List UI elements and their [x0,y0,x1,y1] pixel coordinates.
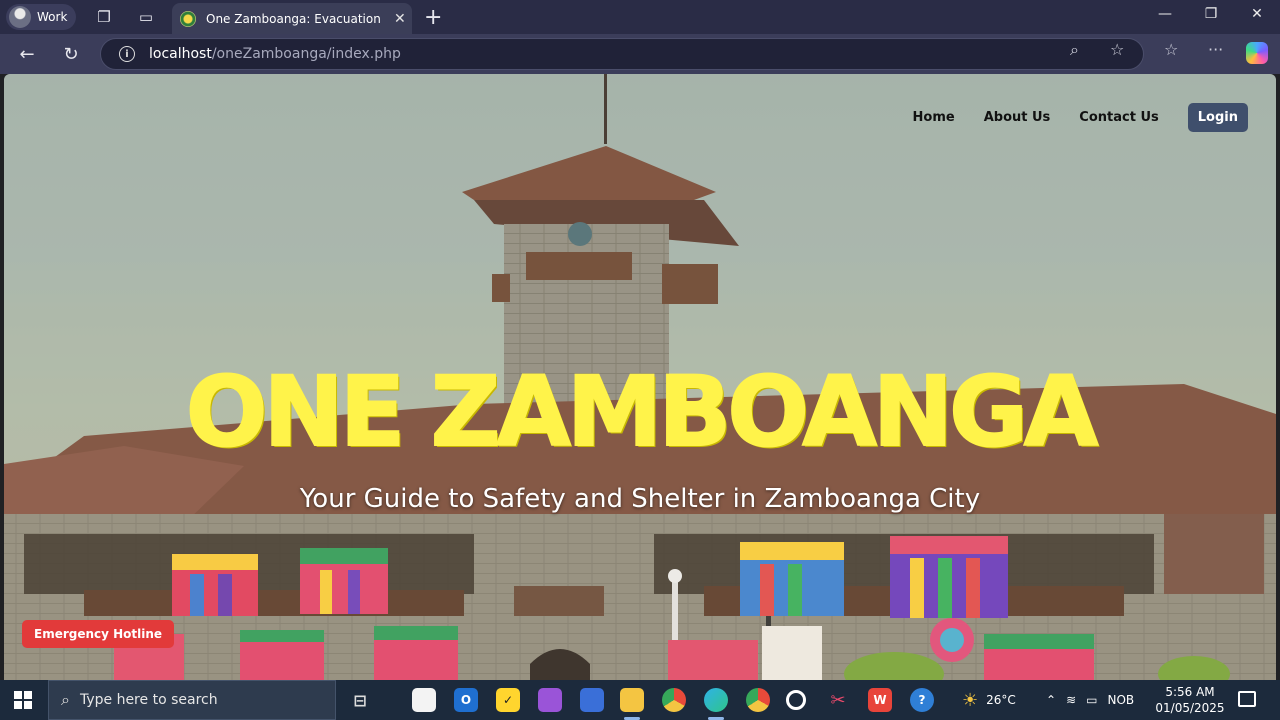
weather-icon: ☀ [962,689,979,711]
file-explorer-icon[interactable] [620,688,644,712]
workspaces-icon[interactable]: ❐ [94,7,114,27]
new-tab-icon[interactable]: + [424,5,442,30]
favorite-star-icon[interactable]: ☆ [1110,40,1124,59]
edge-icon[interactable] [704,688,728,712]
sticky-app-icon[interactable] [580,688,604,712]
chrome-icon[interactable] [662,688,686,712]
tab-close-icon[interactable]: ✕ [394,11,406,27]
wps-icon[interactable]: W [868,688,892,712]
windows-taskbar: ⌕ Type here to search ⊟ O ✓ ✂ W ? ☀ 26°C… [0,680,1280,720]
app-ring-icon[interactable] [786,690,806,710]
back-icon[interactable]: ← [16,43,38,65]
start-icon[interactable] [14,691,32,709]
avatar [9,6,31,28]
browser-tab-strip: Work ❐ ▭ One Zamboanga: Evacuation Cent … [0,0,1280,34]
page-viewport: Home About Us Contact Us Login ONE ZAMBO… [4,74,1276,680]
site-favicon-icon [180,10,196,27]
favorites-icon[interactable]: ☆ [1164,40,1178,59]
help-icon[interactable]: ? [910,688,934,712]
chrome-profile-icon[interactable] [746,688,770,712]
refresh-icon[interactable]: ↻ [60,43,82,65]
store-icon[interactable] [412,688,436,712]
login-button[interactable]: Login [1187,103,1248,132]
hero-subtitle: Your Guide to Safety and Shelter in Zamb… [299,484,981,514]
site-info-icon[interactable]: i [119,46,135,62]
nav-home-link[interactable]: Home [913,110,955,125]
taskbar-search[interactable]: ⌕ Type here to search [48,680,336,720]
restore-icon[interactable]: ❐ [1188,6,1234,22]
clock[interactable]: 5:56 AM 01/05/2025 [1150,684,1230,716]
browser-toolbar: ← ↻ i localhost/oneZamboanga/index.php ⌕… [0,34,1280,74]
url-host: localhost [149,46,212,62]
wifi-icon[interactable]: ≋ [1066,693,1076,707]
snipping-tool-icon[interactable]: ✂ [826,688,850,712]
weather-temp: 26°C [986,693,1016,707]
tab-active[interactable]: One Zamboanga: Evacuation Cent ✕ [172,3,412,34]
outlook-icon[interactable]: O [454,688,478,712]
window-close-icon[interactable]: ✕ [1234,6,1280,22]
profile-button[interactable]: Work [6,4,76,30]
zoom-icon[interactable]: ⌕ [1070,40,1079,60]
language-indicator[interactable]: NOB [1107,693,1134,707]
weather-widget[interactable]: ☀ 26°C [962,680,1016,720]
minimize-icon[interactable]: — [1142,6,1188,22]
tray-chevron-icon[interactable]: ⌃ [1046,693,1056,707]
tab-title: One Zamboanga: Evacuation Cent [206,11,384,26]
search-icon: ⌕ [61,690,70,709]
hero-title: ONE ZAMBOANGA [185,355,1099,469]
clock-time: 5:56 AM [1165,685,1215,699]
search-placeholder: Type here to search [79,692,218,708]
more-menu-icon[interactable]: ··· [1208,40,1223,59]
clock-date: 01/05/2025 [1155,701,1225,715]
task-view-icon[interactable]: ⊟ [348,688,372,712]
address-bar[interactable]: i localhost/oneZamboanga/index.php [100,38,1144,70]
url-path: /oneZamboanga/index.php [211,46,401,62]
emergency-hotline-button[interactable]: Emergency Hotline [22,620,175,648]
system-tray: ⌃ ≋ ▭ NOB [1046,680,1134,720]
todo-icon[interactable]: ✓ [496,688,520,712]
notification-icon[interactable] [1238,691,1256,707]
copilot-icon[interactable] [1246,42,1268,64]
clipchamp-icon[interactable] [538,688,562,712]
site-nav: Home About Us Contact Us Login [913,103,1248,132]
nav-about-link[interactable]: About Us [984,110,1051,125]
battery-icon[interactable]: ▭ [1086,693,1097,707]
nav-contact-link[interactable]: Contact Us [1079,110,1158,125]
tab-actions-icon[interactable]: ▭ [136,7,156,27]
profile-label: Work [37,10,68,24]
